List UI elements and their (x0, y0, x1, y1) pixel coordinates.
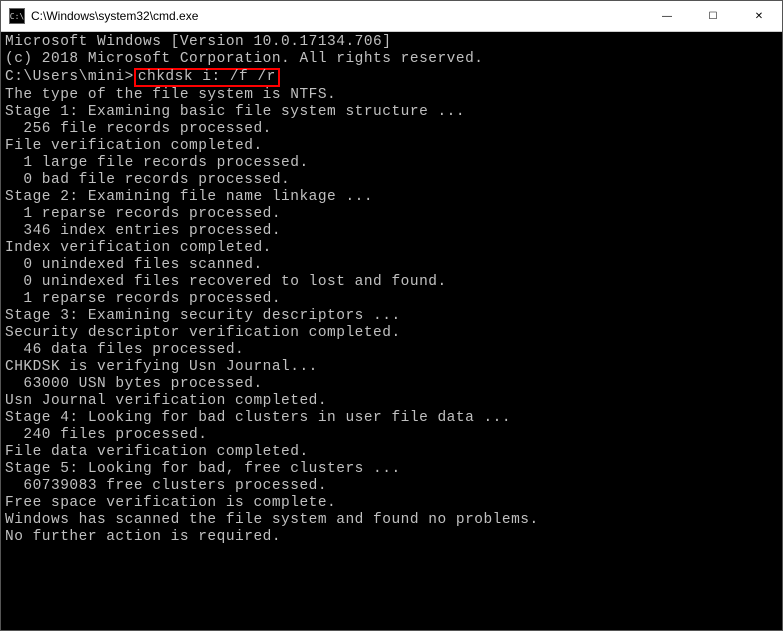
prompt-line: C:\Users\mini>chkdsk i: /f /r (5, 68, 778, 87)
output-line: Windows has scanned the file system and … (5, 512, 778, 529)
output-line: 60739083 free clusters processed. (5, 478, 778, 495)
output-line: 1 reparse records processed. (5, 206, 778, 223)
version-line: Microsoft Windows [Version 10.0.17134.70… (5, 34, 778, 51)
window-controls: — ☐ ✕ (644, 1, 782, 31)
output-line: Usn Journal verification completed. (5, 393, 778, 410)
window-title: C:\Windows\system32\cmd.exe (31, 9, 644, 23)
output-line: 0 unindexed files recovered to lost and … (5, 274, 778, 291)
output-line: 1 reparse records processed. (5, 291, 778, 308)
output-line: Stage 3: Examining security descriptors … (5, 308, 778, 325)
output-line: The type of the file system is NTFS. (5, 87, 778, 104)
output-line: Stage 5: Looking for bad, free clusters … (5, 461, 778, 478)
output-line: 0 unindexed files scanned. (5, 257, 778, 274)
output-line: CHKDSK is verifying Usn Journal... (5, 359, 778, 376)
output-line: Stage 4: Looking for bad clusters in use… (5, 410, 778, 427)
output-line: Security descriptor verification complet… (5, 325, 778, 342)
output-line: 46 data files processed. (5, 342, 778, 359)
output-line: File verification completed. (5, 138, 778, 155)
output-line: 346 index entries processed. (5, 223, 778, 240)
terminal-output[interactable]: Microsoft Windows [Version 10.0.17134.70… (1, 32, 782, 630)
command-highlight: chkdsk i: /f /r (134, 68, 280, 87)
output-line: 1 large file records processed. (5, 155, 778, 172)
output-line: 240 files processed. (5, 427, 778, 444)
output-line: Stage 2: Examining file name linkage ... (5, 189, 778, 206)
prompt: C:\Users\mini> (5, 69, 134, 85)
maximize-button[interactable]: ☐ (690, 1, 736, 31)
output-line: 0 bad file records processed. (5, 172, 778, 189)
output-line: 256 file records processed. (5, 121, 778, 138)
cmd-window: C:\ C:\Windows\system32\cmd.exe — ☐ ✕ Mi… (0, 0, 783, 631)
minimize-button[interactable]: — (644, 1, 690, 31)
output-line: Stage 1: Examining basic file system str… (5, 104, 778, 121)
output-line: Index verification completed. (5, 240, 778, 257)
output-line: 63000 USN bytes processed. (5, 376, 778, 393)
close-button[interactable]: ✕ (736, 1, 782, 31)
titlebar[interactable]: C:\ C:\Windows\system32\cmd.exe — ☐ ✕ (1, 1, 782, 32)
copyright-line: (c) 2018 Microsoft Corporation. All righ… (5, 51, 778, 68)
output-line: No further action is required. (5, 529, 778, 546)
cmd-icon: C:\ (9, 8, 25, 24)
output-line: Free space verification is complete. (5, 495, 778, 512)
output-line: File data verification completed. (5, 444, 778, 461)
